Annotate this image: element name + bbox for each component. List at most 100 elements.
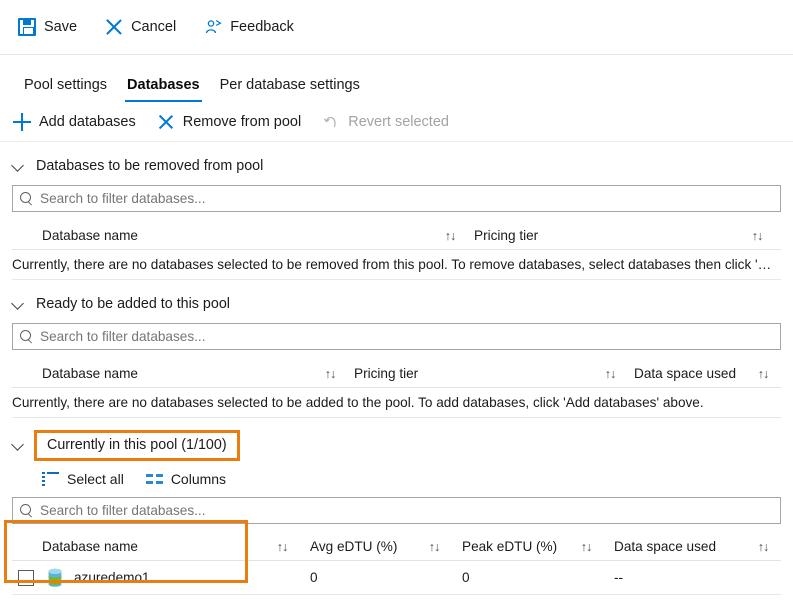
sql-database-icon: [46, 568, 64, 588]
peak-edtu-value: 0: [462, 570, 470, 585]
tab-databases-label: Databases: [127, 77, 200, 93]
tab-per-database-settings-label: Per database settings: [219, 77, 360, 93]
column-header-data-space-used[interactable]: Data space used: [614, 539, 755, 554]
column-header-peak-edtu[interactable]: Peak eDTU (%): [462, 539, 578, 554]
sort-icon: ↑↓: [580, 539, 593, 554]
section-title-ready: Ready to be added to this pool: [36, 296, 230, 312]
table-current: Database name ↑↓ Avg eDTU (%) ↑↓ Peak eD…: [12, 533, 781, 595]
cancel-button[interactable]: Cancel: [101, 13, 188, 41]
add-databases-button[interactable]: Add databases: [13, 112, 136, 131]
column-label: Data space used: [634, 366, 737, 381]
search-current-wrap: [0, 497, 793, 524]
column-label: Pricing tier: [354, 366, 419, 381]
sort-icon: ↑↓: [428, 539, 441, 554]
sort-icon: ↑↓: [757, 539, 770, 554]
cancel-label: Cancel: [131, 19, 177, 35]
sort-icon: ↑↓: [324, 366, 337, 381]
chevron-down-icon[interactable]: [12, 438, 26, 452]
tab-databases[interactable]: Databases: [117, 77, 210, 102]
sort-avg-edtu[interactable]: ↑↓: [426, 540, 462, 554]
search-box-ready[interactable]: [12, 323, 781, 350]
feedback-button[interactable]: Feedback: [200, 13, 306, 41]
save-button[interactable]: Save: [14, 13, 89, 41]
database-name-value: azuredemo1: [74, 570, 150, 585]
remove-from-pool-button[interactable]: Remove from pool: [158, 114, 301, 130]
table-header-removed: Database name ↑↓ Pricing tier ↑↓: [12, 222, 781, 250]
save-icon: [18, 18, 36, 36]
search-input-current[interactable]: [40, 498, 780, 523]
sort-pricing-tier[interactable]: ↑↓: [749, 229, 781, 243]
undo-icon: [323, 114, 339, 130]
select-all-icon: [42, 472, 59, 486]
search-input-removed[interactable]: [40, 186, 780, 211]
sort-icon: ↑↓: [444, 228, 457, 243]
close-icon: [158, 114, 174, 130]
chevron-down-icon[interactable]: [12, 297, 26, 311]
table-header-current: Database name ↑↓ Avg eDTU (%) ↑↓ Peak eD…: [12, 533, 781, 561]
search-icon: [20, 330, 33, 343]
avg-edtu-value-cell: 0: [310, 570, 426, 585]
section-header-removed[interactable]: Databases to be removed from pool: [0, 151, 793, 181]
pool-databases-page: Save Cancel Feedback Pool settings Datab…: [0, 0, 793, 607]
column-header-avg-edtu[interactable]: Avg eDTU (%): [310, 539, 426, 554]
sort-icon: ↑↓: [751, 228, 764, 243]
column-label: Peak eDTU (%): [462, 539, 558, 554]
databases-action-bar: Add databases Remove from pool Revert se…: [0, 102, 793, 142]
select-all-button[interactable]: Select all: [42, 471, 124, 487]
revert-selected-button: Revert selected: [323, 114, 449, 130]
table-row[interactable]: azuredemo1 0 0 --: [12, 561, 781, 595]
column-header-database-name[interactable]: Database name: [12, 366, 322, 381]
feedback-label: Feedback: [230, 19, 294, 35]
feedback-icon: [204, 18, 222, 36]
data-space-used-value-cell: --: [614, 570, 781, 585]
empty-message-text: Currently, there are no databases select…: [12, 395, 704, 410]
column-header-database-name[interactable]: Database name: [12, 228, 442, 243]
add-databases-label: Add databases: [39, 113, 136, 130]
search-input-ready[interactable]: [40, 324, 780, 349]
tab-pool-settings[interactable]: Pool settings: [14, 77, 117, 102]
columns-button[interactable]: Columns: [145, 471, 226, 487]
select-all-label: Select all: [67, 471, 124, 487]
empty-message-removed: Currently, there are no databases select…: [12, 250, 781, 280]
sort-icon: ↑↓: [757, 366, 770, 381]
search-icon: [20, 504, 33, 517]
sort-database-name[interactable]: ↑↓: [274, 540, 310, 554]
section-title-removed: Databases to be removed from pool: [36, 158, 264, 174]
close-icon: [105, 18, 123, 36]
sort-database-name[interactable]: ↑↓: [322, 367, 354, 381]
column-header-pricing-tier[interactable]: Pricing tier: [474, 228, 749, 243]
sort-pricing-tier[interactable]: ↑↓: [602, 367, 634, 381]
column-label: Pricing tier: [474, 228, 539, 243]
row-checkbox[interactable]: [18, 569, 34, 586]
search-box-removed[interactable]: [12, 185, 781, 212]
save-label: Save: [44, 19, 78, 35]
revert-selected-label: Revert selected: [348, 113, 449, 130]
section-header-ready[interactable]: Ready to be added to this pool: [0, 289, 793, 319]
tab-per-database-settings[interactable]: Per database settings: [210, 77, 370, 102]
search-ready-wrap: [0, 323, 793, 350]
section-header-current[interactable]: Currently in this pool (1/100): [0, 429, 793, 461]
column-label: Database name: [42, 366, 138, 381]
sort-data-space-used[interactable]: ↑↓: [755, 367, 781, 381]
search-icon: [20, 192, 33, 205]
columns-icon: [145, 473, 163, 485]
column-header-data-space-used[interactable]: Data space used: [634, 366, 755, 381]
empty-message-ready: Currently, there are no databases select…: [12, 388, 781, 418]
avg-edtu-value: 0: [310, 570, 318, 585]
search-removed-wrap: [0, 185, 793, 212]
sort-icon: ↑↓: [604, 366, 617, 381]
tab-bar: Pool settings Databases Per database set…: [0, 55, 793, 102]
sort-database-name[interactable]: ↑↓: [442, 229, 474, 243]
chevron-down-icon[interactable]: [12, 159, 26, 173]
table-removed: Database name ↑↓ Pricing tier ↑↓ Current…: [12, 222, 781, 280]
peak-edtu-value-cell: 0: [462, 570, 578, 585]
column-header-pricing-tier[interactable]: Pricing tier: [354, 366, 602, 381]
sort-data-space-used[interactable]: ↑↓: [755, 540, 781, 554]
remove-from-pool-label: Remove from pool: [182, 113, 302, 130]
row-name-cell: azuredemo1: [12, 568, 310, 588]
column-header-database-name[interactable]: Database name: [12, 539, 274, 554]
table-header-ready: Database name ↑↓ Pricing tier ↑↓ Data sp…: [12, 360, 781, 388]
search-box-current[interactable]: [12, 497, 781, 524]
list-toolbar: Select all Columns: [0, 463, 793, 495]
sort-peak-edtu[interactable]: ↑↓: [578, 540, 614, 554]
